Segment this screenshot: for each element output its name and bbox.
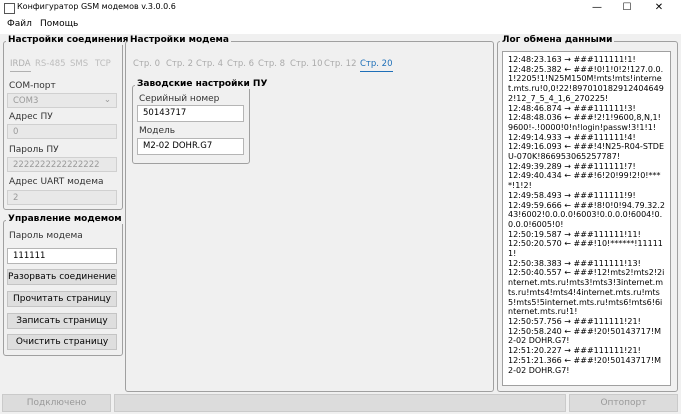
com-port-label: COM-порт (9, 81, 56, 91)
log-title: Лог обмена данными (500, 35, 615, 45)
tab-page-10[interactable]: Стр. 10 (290, 59, 323, 69)
tab-page-8[interactable]: Стр. 8 (258, 59, 285, 69)
serial-number-field[interactable]: 50143717 (137, 105, 244, 122)
address-label: Адрес ПУ (9, 112, 53, 122)
menu-file[interactable]: Файл (7, 19, 32, 29)
port-type-button[interactable]: Оптопорт (569, 394, 678, 412)
password-field[interactable]: 2222222222222222 (7, 157, 117, 172)
status-bar-middle (114, 394, 566, 412)
menu-bar: Файл Помощь (0, 16, 681, 34)
modem-settings-title: Настройки модема (128, 35, 231, 45)
uart-address-label: Адрес UART модема (9, 177, 104, 187)
tab-sms[interactable]: SMS (70, 59, 88, 69)
tab-tcp[interactable]: TCP (95, 59, 111, 69)
write-page-button[interactable]: Записать страницу (7, 313, 117, 329)
model-field[interactable]: M2-02 DOHR.G7 (137, 138, 244, 155)
menu-help[interactable]: Помощь (40, 19, 78, 29)
tab-rs485[interactable]: RS-485 (35, 59, 66, 69)
modem-password-label: Пароль модема (9, 231, 83, 241)
com-port-value: COM3 (13, 96, 39, 106)
model-label: Модель (139, 126, 176, 136)
tab-page-20[interactable]: Стр. 20 (360, 59, 393, 72)
tab-page-0[interactable]: Стр. 0 (133, 59, 160, 69)
connection-settings-title: Настройки соединения (6, 35, 131, 45)
password-label: Пароль ПУ (9, 145, 59, 155)
maximize-button[interactable]: ☐ (613, 0, 641, 16)
tab-page-4[interactable]: Стр. 4 (196, 59, 223, 69)
close-button[interactable]: ✕ (645, 0, 673, 16)
factory-settings-title: Заводские настройки ПУ (135, 79, 270, 89)
window-title: Конфигуратор GSM модемов v.3.0.0.6 (17, 2, 176, 11)
tab-page-12[interactable]: Стр. 12 (324, 59, 357, 69)
disconnect-button[interactable]: Разорвать соединение (7, 269, 117, 285)
log-textarea[interactable]: 12:48:23.163 → ###111111!1! 12:48:25.382… (502, 51, 671, 386)
tab-page-6[interactable]: Стр. 6 (227, 59, 254, 69)
clear-page-button[interactable]: Очистить страницу (7, 334, 117, 350)
app-icon (4, 3, 15, 14)
read-page-button[interactable]: Прочитать страницу (7, 291, 117, 307)
minimize-button[interactable]: — (583, 0, 611, 16)
uart-address-field[interactable]: 2 (7, 190, 117, 205)
modem-control-title: Управление модемом (6, 214, 124, 224)
com-port-select[interactable]: COM3 ⌄ (7, 93, 117, 108)
modem-password-field[interactable]: 111111 (7, 248, 117, 264)
title-bar: Конфигуратор GSM модемов v.3.0.0.6 — ☐ ✕ (0, 0, 681, 16)
address-field[interactable]: 0 (7, 124, 117, 139)
tab-irda[interactable]: IRDA (10, 59, 31, 72)
chevron-down-icon: ⌄ (103, 95, 111, 105)
tab-page-2[interactable]: Стр. 2 (166, 59, 193, 69)
serial-number-label: Серийный номер (139, 94, 220, 104)
connection-status-button[interactable]: Подключено (2, 394, 111, 412)
